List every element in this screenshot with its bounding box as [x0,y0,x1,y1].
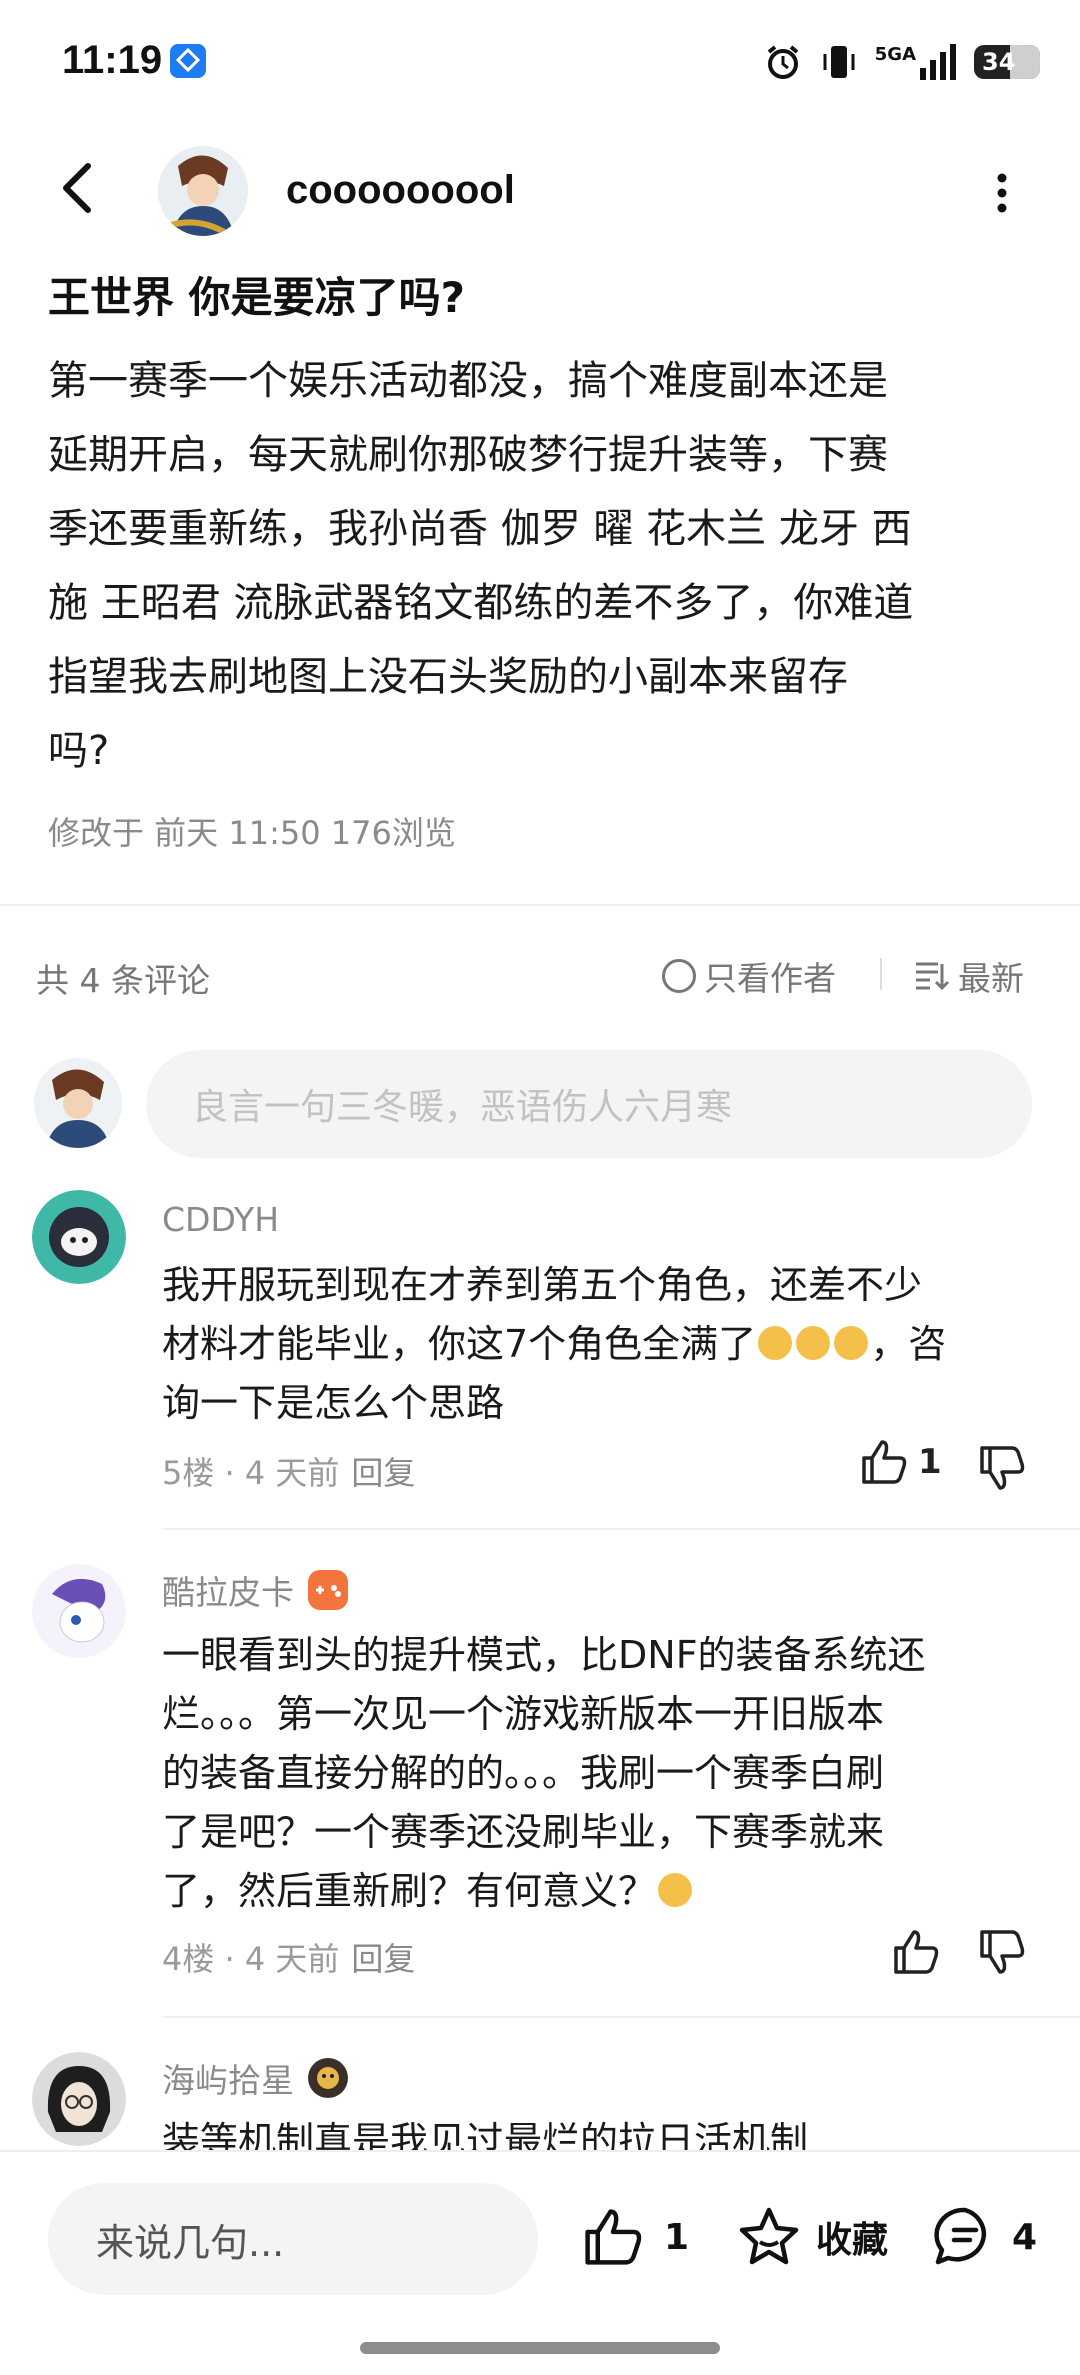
home-indicator[interactable] [360,2342,720,2354]
network-type: 5GA [874,44,916,65]
my-avatar [34,1058,122,1148]
thumbs-up-icon[interactable] [890,1926,942,1978]
comment-meta: 4楼 · 4 天前 回复 [162,1934,415,1980]
reply-input[interactable]: 来说几句... [48,2183,538,2295]
comment-count-badge: 4 [1012,2216,1038,2258]
like-count: 1 [918,1442,942,1482]
commenter-name[interactable]: CDDYH [162,1200,279,1239]
comments-button[interactable]: 4 [932,2204,1037,2270]
thumbs-down-icon[interactable] [976,1442,1028,1494]
comment-input[interactable]: 良言一句三冬暖，恶语伤人六月寒 [146,1050,1032,1158]
only-author-label: 只看作者 [704,959,836,998]
comment-floor: 5楼 · 4 天前 [162,1454,340,1492]
thumbs-up-icon[interactable] [580,2204,646,2270]
comment-line: 了，然后重新刷？有何意义？ [162,1862,1022,1921]
thumbs-up-emoji-icon [796,1325,831,1360]
post-body-line: 季还要重新练，我孙尚香 伽罗 曜 花木兰 龙牙 西 [48,506,912,552]
comment-text: 我开服玩到现在才养到第五个角色，还差不少 材料才能毕业，你这7个角色全满了 ，咨 … [162,1256,1022,1433]
post-meta: 修改于 前天 11:50 176浏览 [48,814,456,852]
alarm-icon [767,45,799,79]
comment-floor: 4楼 · 4 天前 [162,1940,340,1978]
comment-line: 材料才能毕业，你这7个角色全满了 ，咨 [162,1315,1022,1374]
comment-line: 一眼看到头的提升模式，比DNF的装备系统还 [162,1633,926,1677]
thumbs-up-emoji-icon [758,1325,793,1360]
post-title: 王世界 你是要凉了吗? [48,273,465,322]
post-like-count: 1 [664,2216,690,2258]
comment-line: 烂。。。第一次见一个游戏新版本一开旧版本 [162,1692,885,1736]
comment-line-text: 了，然后重新刷？有何意义？ [162,1869,657,1913]
thumbs-up-icon[interactable] [858,1436,910,1488]
comment-line-text: 材料才能毕业，你这7个角色全满了 [162,1322,757,1366]
post-body-line: 吗? [48,728,110,774]
post-body-line: 指望我去刷地图上没石头奖励的小副本来留存 [48,654,848,700]
reply-button[interactable]: 回复 [351,1940,415,1978]
commenter-avatar[interactable] [32,1190,126,1284]
status-bar: 11:19 5GA 34 [0,0,1080,130]
thumbs-down-icon[interactable] [976,1926,1028,1978]
commenter-name[interactable]: 海屿拾星 [162,2054,294,2102]
gamepad-badge-icon [308,1570,348,1610]
commenter-name-row: 酷拉皮卡 [162,1566,350,1614]
status-time: 11:19 [62,38,163,82]
comment-line: 询一下是怎么个思路 [162,1381,505,1425]
battery-level: 34 [982,48,1016,76]
star-icon[interactable] [736,2204,802,2270]
back-arrow-icon[interactable] [50,158,110,218]
comment-count: 共 4 条评论 [36,961,210,1000]
commenter-name[interactable]: 酷拉皮卡 [162,1566,294,1614]
post-body: 第一赛季一个娱乐活动都没，搞个难度副本还是 延期开启，每天就刷你那破梦行提升装等… [48,344,1028,788]
comment-meta: 5楼 · 4 天前 回复 [162,1448,415,1494]
post-body-line: 延期开启，每天就刷你那破梦行提升装等，下赛 [48,432,888,478]
section-divider [0,904,1080,906]
reply-button[interactable]: 回复 [351,1454,415,1492]
sort-toggle[interactable]: 最新 [914,952,1024,1000]
header-separator [880,958,882,990]
commenter-avatar[interactable] [32,2052,126,2146]
comment-line: 了是吧？一个赛季还没刷毕业，下赛季就来 [162,1810,885,1854]
comment-bubble-icon[interactable] [932,2204,998,2270]
vibrate-icon [823,46,855,78]
favorite-button[interactable]: 收藏 [736,2204,888,2270]
comment-divider [162,2016,1080,2018]
battery-icon: 34 [974,45,1040,79]
status-icons: 5GA 34 [763,40,1040,84]
author-name[interactable]: cooooooool [286,168,515,213]
sort-label: 最新 [958,959,1024,998]
thumbs-up-emoji-icon [834,1325,869,1360]
angry-emoji-icon [658,1872,693,1907]
signal-5ga-icon: 5GA [875,44,956,80]
sort-icon [916,962,950,991]
comment-like-button[interactable]: 1 [858,1436,942,1488]
comment-line: 的装备直接分解的的。。。我刷一个赛季白刷 [162,1751,885,1795]
comment-text: 一眼看到头的提升模式，比DNF的装备系统还 烂。。。第一次见一个游戏新版本一开旧… [162,1626,1022,1921]
post-like-button[interactable]: 1 [580,2204,689,2270]
lion-badge-icon [308,2058,348,2098]
ai-assistant-icon [170,44,206,78]
author-avatar[interactable] [158,146,248,236]
commenter-avatar[interactable] [32,1564,126,1658]
commenter-name-row: 海屿拾星 [162,2054,350,2102]
post-body-line: 第一赛季一个娱乐活动都没，搞个难度副本还是 [48,358,888,404]
post-body-line: 施 王昭君 流脉武器铭文都练的差不多了，你难道 [48,580,914,626]
only-author-toggle[interactable]: 只看作者 [662,952,836,1000]
comment-line-tail: ，咨 [870,1322,947,1366]
more-options-icon[interactable] [982,170,1022,216]
favorite-label: 收藏 [816,2220,889,2261]
comment-line: 我开服玩到现在才养到第五个角色，还差不少 [162,1263,923,1307]
radio-circle-icon[interactable] [662,959,696,993]
comment-divider [162,1528,1080,1530]
